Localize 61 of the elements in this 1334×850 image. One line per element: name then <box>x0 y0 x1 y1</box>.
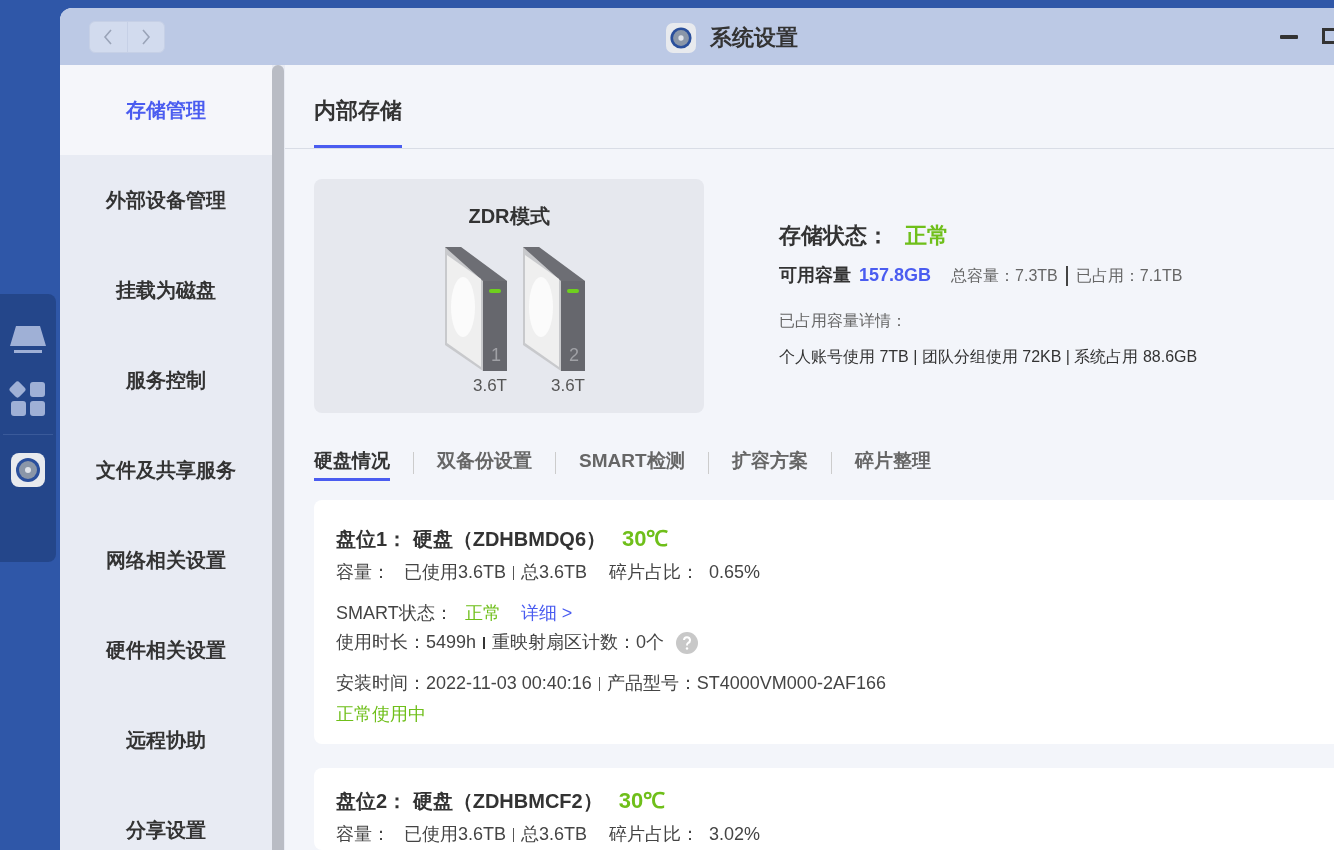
sub-tab[interactable]: 双备份设置 <box>437 445 532 481</box>
total-capacity: 总3.6TB <box>521 823 588 846</box>
used-capacity: 已使用3.6TB <box>404 823 507 846</box>
sub-tab[interactable]: 碎片整理 <box>854 445 931 481</box>
disk-title: 盘位1： 硬盘（ZDHBMDQ6） <box>336 526 606 552</box>
bay-number: 1 <box>491 344 501 367</box>
sub-tab[interactable]: 硬盘情况 <box>314 445 390 481</box>
disk-title: 盘位2： 硬盘（ZDHBMCF2） <box>336 788 603 814</box>
temperature: 30℃ <box>622 525 669 553</box>
mode-title: ZDR模式 <box>468 204 550 229</box>
fragmentation-value: 3.02% <box>709 823 761 846</box>
usage-hours: 使用时长：5499h <box>336 631 477 654</box>
details-link[interactable]: 详细 > <box>520 600 573 627</box>
drive-size: 3.6T <box>472 375 507 397</box>
sub-tab[interactable]: 扩容方案 <box>731 445 808 481</box>
available-value: 157.8GB <box>859 264 932 287</box>
sidebar-item[interactable]: 存储管理 <box>60 65 272 155</box>
scrollbar-thumb[interactable] <box>272 65 284 850</box>
total-capacity: 总容量：7.3TB <box>951 265 1058 286</box>
usage-detail-text: 个人账号使用 7TB | 团队分组使用 72KB | 系统占用 88.6GB <box>779 347 1198 367</box>
temperature: 30℃ <box>618 787 666 815</box>
fragmentation-label: 碎片占比： <box>609 823 700 846</box>
fragmentation-label: 碎片占比： <box>609 561 700 584</box>
used-capacity: 已占用：7.1TB <box>1075 265 1183 286</box>
maximize-icon[interactable] <box>1322 28 1334 44</box>
capacity-label: 容量： <box>336 561 390 584</box>
bay-number: 2 <box>569 344 579 367</box>
sidebar-item[interactable]: 网络相关设置 <box>60 515 272 605</box>
available-label: 可用容量 <box>779 264 851 287</box>
settings-app-icon[interactable] <box>11 453 45 487</box>
install-time: 安装时间：2022-11-03 00:40:16 <box>336 672 592 695</box>
chevron-left-icon <box>103 28 114 45</box>
product-model: 产品型号：ST4000VM000-2AF166 <box>606 672 886 695</box>
capacity-label: 容量： <box>336 823 390 846</box>
fragmentation-value: 0.65% <box>709 561 761 584</box>
sidebar-item[interactable]: 远程协助 <box>60 695 272 785</box>
status-label: 存储状态： <box>779 222 889 250</box>
page-tab[interactable]: 内部存储 <box>314 64 402 148</box>
settings-app-icon <box>666 22 696 53</box>
total-capacity: 总3.6TB <box>521 561 588 584</box>
smart-status: 正常 <box>464 602 501 625</box>
used-capacity: 已使用3.6TB <box>404 561 507 584</box>
apps-grid-icon[interactable] <box>9 380 47 418</box>
sidebar-item[interactable]: 服务控制 <box>60 335 272 425</box>
status-value: 正常 <box>905 222 949 250</box>
sidebar-item[interactable]: 挂载为磁盘 <box>60 245 272 335</box>
smart-label: SMART状态： <box>336 602 453 625</box>
window-title: 系统设置 <box>710 24 798 52</box>
minimize-icon[interactable] <box>1280 35 1298 39</box>
chevron-right-icon <box>140 28 151 45</box>
remapped-sectors: 重映射扇区计数：0个 <box>492 631 665 654</box>
help-icon[interactable] <box>676 631 699 654</box>
sidebar-item[interactable]: 外部设备管理 <box>60 155 272 245</box>
drive-icon[interactable] <box>8 324 48 354</box>
usage-detail-label: 已占用容量详情： <box>779 311 908 331</box>
sidebar-item[interactable]: 硬件相关设置 <box>60 605 272 695</box>
sub-tab[interactable]: SMART检测 <box>579 445 685 481</box>
drive-size: 3.6T <box>550 375 585 397</box>
sidebar-item[interactable]: 文件及共享服务 <box>60 425 272 515</box>
usage-status: 正常使用中 <box>336 703 427 726</box>
sidebar-item[interactable]: 分享设置 <box>60 785 272 850</box>
